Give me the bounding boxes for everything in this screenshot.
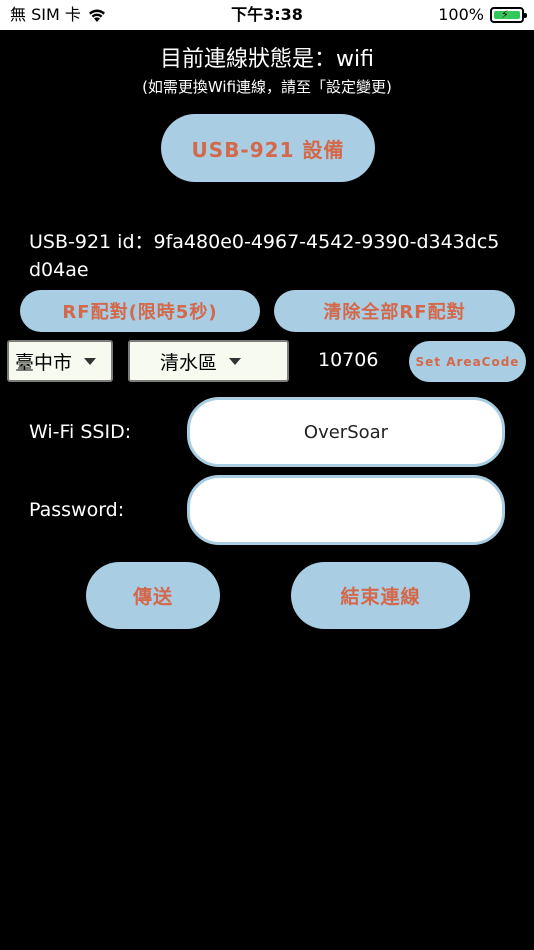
district-select-value: 清水區 — [160, 351, 218, 374]
city-select-value: 臺中市 — [15, 351, 73, 374]
area-code-value: 10706 — [318, 349, 379, 371]
battery-percent: 100% — [438, 5, 484, 24]
district-select[interactable]: 清水區 — [128, 340, 289, 382]
rf-clear-all-button[interactable]: 清除全部RF配對 — [274, 290, 515, 332]
device-button[interactable]: USB-921 設備 — [161, 114, 375, 182]
send-button[interactable]: 傳送 — [86, 562, 220, 629]
ssid-label: Wi-Fi SSID: — [29, 421, 132, 443]
device-id-text: USB-921 id：9fa480e0-4967-4542-9390-d343d… — [29, 231, 500, 281]
status-bar: 無 SIM 卡 下午3:38 100% ⚡ — [0, 0, 534, 30]
set-area-code-button[interactable]: Set AreaCode — [409, 341, 526, 382]
status-right: 100% ⚡ — [438, 5, 527, 25]
chevron-down-icon — [229, 357, 242, 365]
charging-icon: ⚡ — [501, 8, 509, 21]
connection-hint-text: (如需更換Wifi連線，請至「設定變更) — [142, 78, 392, 96]
password-input[interactable] — [187, 475, 505, 545]
rf-pair-button[interactable]: RF配對(限時5秒) — [20, 290, 260, 332]
city-select[interactable]: 臺中市 — [7, 340, 113, 382]
password-label: Password: — [29, 499, 125, 521]
connection-status-text: 目前連線狀態是：wifi — [160, 47, 374, 72]
end-connection-button[interactable]: 結束連線 — [291, 562, 470, 629]
chevron-down-icon — [84, 357, 97, 365]
ssid-input[interactable] — [187, 397, 505, 467]
battery-icon: ⚡ — [490, 7, 527, 23]
